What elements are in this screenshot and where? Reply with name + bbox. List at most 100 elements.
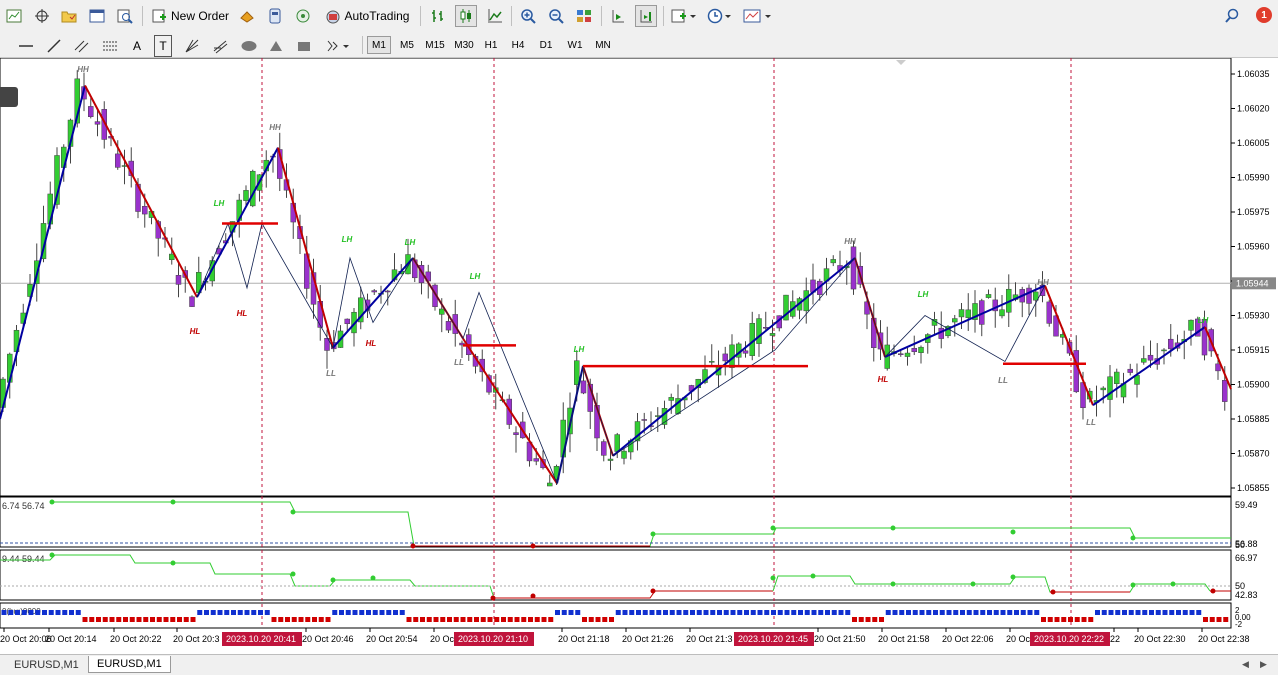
timeframe-m15[interactable]: M15	[421, 36, 449, 54]
chart-tab-2[interactable]: EURUSD,M1	[88, 656, 171, 673]
periods-clock-icon[interactable]	[705, 5, 735, 27]
market-watch-icon[interactable]	[86, 5, 108, 27]
andrews-pitchfork-icon[interactable]	[210, 35, 230, 57]
indicator3-bar	[669, 610, 675, 615]
line-chart-icon[interactable]	[484, 5, 506, 27]
indicator1-point	[410, 543, 416, 549]
indicator3-bar	[1149, 610, 1154, 615]
chart-tab-1[interactable]: EURUSD,M1	[6, 656, 87, 673]
experts-icon[interactable]	[236, 5, 258, 27]
swing-label: LL	[998, 376, 1008, 385]
gann-fan-icon[interactable]	[182, 35, 202, 57]
candlestick-chart-icon[interactable]	[455, 5, 477, 27]
templates-dropdown-icon[interactable]	[741, 5, 775, 27]
indicator3-bar	[683, 610, 689, 615]
equidistant-channel-icon[interactable]	[72, 35, 92, 57]
indicator3-bar	[42, 610, 47, 615]
timeframe-m30[interactable]: M30	[450, 36, 478, 54]
indicator3-bar	[102, 617, 108, 622]
indicator3-bar	[723, 610, 729, 615]
indicator3-bar	[966, 610, 972, 615]
indicator3-bar	[325, 617, 331, 622]
timeframe-d1[interactable]: D1	[535, 36, 557, 54]
tab-scroll-left-icon[interactable]: ◀	[1242, 659, 1249, 670]
indicator3-bar	[993, 610, 999, 615]
arrows-dropdown-icon[interactable]	[322, 35, 354, 57]
indicator3-bar	[858, 617, 864, 622]
indicator3-bar	[1182, 610, 1188, 615]
swing-label: HH	[269, 123, 281, 132]
zoom-out-icon[interactable]	[545, 5, 567, 27]
candle-body	[1046, 301, 1052, 324]
indicator3-level-label: -2	[1235, 620, 1243, 629]
chart-window[interactable]: 1.06035 1.06020 1.06005 1.05990 1.05975 1.059…	[0, 58, 1278, 654]
price-chart[interactable]: 1.06035 1.06020 1.06005 1.05990 1.05975 1.059…	[0, 58, 1278, 654]
candle-body	[169, 253, 175, 260]
swing-label: LH	[214, 199, 225, 208]
signals-icon[interactable]	[292, 5, 314, 27]
indicator2-point	[810, 573, 816, 579]
triangle-icon[interactable]	[266, 35, 286, 57]
indicator1-point	[890, 525, 896, 531]
timeframe-w1[interactable]: W1	[563, 36, 587, 54]
time-tick-label: 20 Oct 21:50	[814, 634, 866, 644]
indicator3-bar	[1101, 610, 1107, 615]
trendline-icon[interactable]	[44, 35, 64, 57]
crosshair-icon[interactable]	[31, 5, 53, 27]
timeframe-m1[interactable]: M1	[367, 36, 391, 54]
chart-shift-icon[interactable]	[607, 5, 629, 27]
indicator3-bar	[1034, 610, 1040, 615]
zoom-in-icon[interactable]	[517, 5, 539, 27]
indicator3-bar	[1169, 610, 1175, 615]
swing-label: HH	[844, 237, 856, 246]
bar-chart-icon[interactable]	[427, 5, 449, 27]
auto-scroll-icon[interactable]	[635, 5, 657, 27]
indicator3-bar	[143, 617, 149, 622]
zoom-window-icon[interactable]	[114, 5, 136, 27]
indicators-dropdown-icon[interactable]	[669, 5, 699, 27]
indicator3-bar	[804, 610, 810, 615]
timeframe-h4[interactable]: H4	[507, 36, 529, 54]
profiles-folder-icon[interactable]	[58, 5, 80, 27]
indicator2-point	[290, 571, 296, 577]
indicator3-bar	[21, 610, 27, 615]
candle-body	[1026, 287, 1032, 304]
notification-badge[interactable]: 1	[1256, 7, 1272, 23]
new-order-button[interactable]: New Order	[148, 5, 232, 27]
indicator3-bar	[926, 610, 932, 615]
autotrading-button[interactable]: AutoTrading	[320, 5, 414, 27]
candle-body	[1161, 349, 1167, 352]
timeframe-m5[interactable]: M5	[395, 36, 419, 54]
search-icon[interactable]	[1222, 5, 1242, 27]
horizontal-line-icon[interactable]	[16, 35, 36, 57]
tile-windows-icon[interactable]	[573, 5, 595, 27]
candle-body	[385, 290, 391, 293]
candle-body	[769, 333, 776, 336]
candle-body	[1033, 291, 1039, 301]
indicator3-bar	[1047, 617, 1053, 622]
rectangle-icon[interactable]	[294, 35, 314, 57]
timeframe-mn[interactable]: MN	[590, 36, 616, 54]
indicator3-bar	[588, 617, 594, 622]
indicator3-bar	[649, 610, 655, 615]
indicator1-point	[1010, 529, 1016, 535]
timeframe-h1[interactable]: H1	[480, 36, 502, 54]
fibonacci-icon[interactable]	[100, 35, 120, 57]
indicator3-bar	[48, 610, 54, 615]
text-tool-button[interactable]: A	[128, 35, 146, 57]
indicator3-bar	[129, 617, 135, 622]
terminal-icon[interactable]	[264, 5, 286, 27]
indicator3-bar	[838, 610, 844, 615]
text-label-tool-button[interactable]: T	[154, 35, 172, 57]
indicator3-bar	[177, 617, 182, 622]
candle-body	[668, 397, 674, 401]
indicator3-bar	[865, 617, 871, 622]
tab-scroll-right-icon[interactable]: ▶	[1260, 659, 1267, 670]
ellipse-icon[interactable]	[238, 35, 260, 57]
indicator3-bar	[1135, 610, 1141, 615]
indicator1-caption: 6.74 56.74	[2, 501, 45, 511]
indicator3-bar	[1142, 610, 1148, 615]
price-tick-label: 1.05915	[1237, 345, 1270, 355]
new-chart-icon[interactable]	[3, 5, 25, 27]
swing-label: LL	[454, 358, 464, 367]
